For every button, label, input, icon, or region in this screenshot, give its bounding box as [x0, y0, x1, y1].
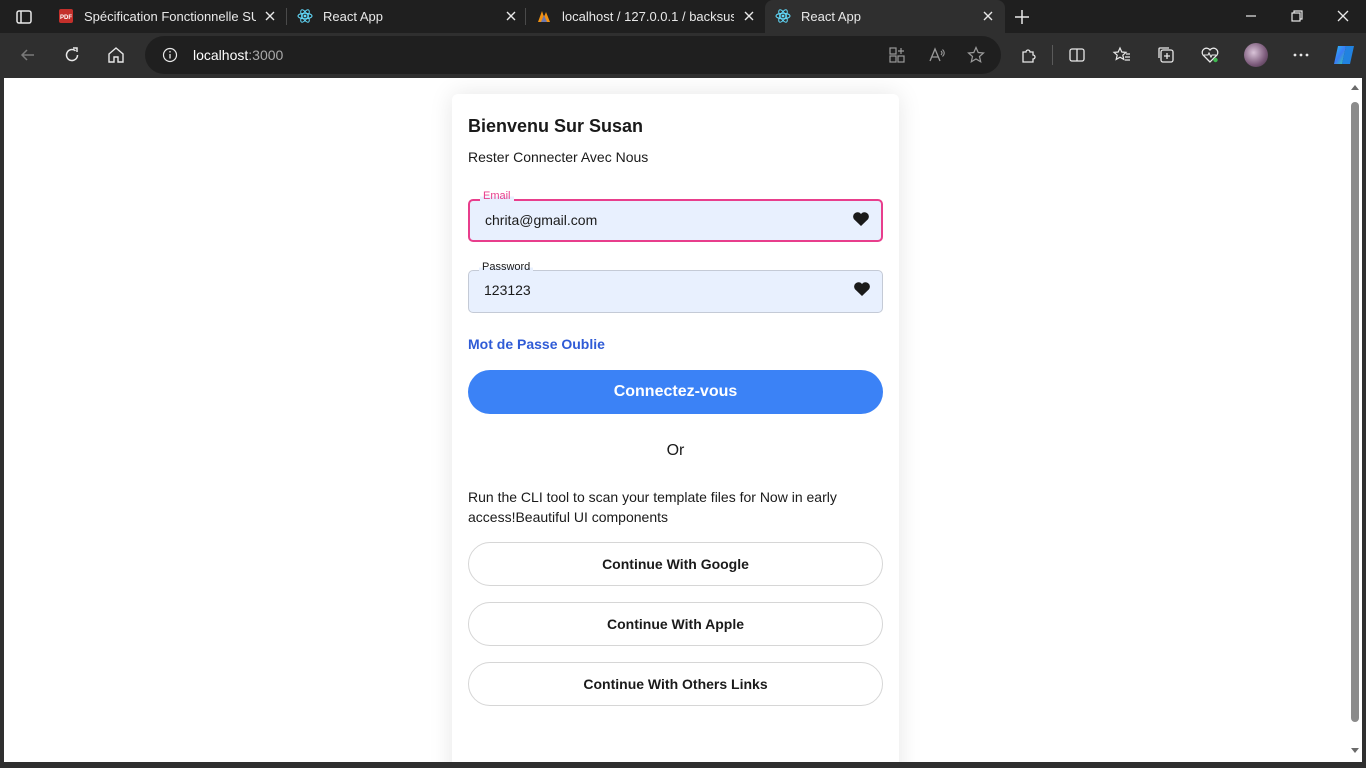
email-label: Email: [480, 190, 514, 202]
split-screen-icon[interactable]: [1067, 45, 1087, 65]
browser-toolbar: localhost:3000: [0, 33, 1366, 78]
password-field[interactable]: Password: [468, 261, 883, 313]
password-label: Password: [479, 261, 534, 273]
favorites-icon[interactable]: [1112, 45, 1132, 65]
scroll-down-icon[interactable]: [1350, 747, 1360, 755]
password-input[interactable]: [484, 282, 824, 298]
heart-icon: [853, 212, 869, 226]
email-field[interactable]: Email: [468, 190, 883, 242]
tab-specification[interactable]: PDF Spécification Fonctionnelle SUSAN: [48, 0, 286, 33]
url-host: localhost: [193, 47, 249, 63]
back-icon[interactable]: [18, 45, 38, 65]
login-submit-button[interactable]: Connectez-vous: [468, 370, 883, 414]
page-viewport: Bienvenu Sur Susan Rester Connecter Avec…: [4, 78, 1348, 762]
description-text: Run the CLI tool to scan your template f…: [468, 489, 837, 525]
tab-react-app-active[interactable]: React App: [765, 0, 1005, 33]
favorite-star-icon[interactable]: [966, 45, 986, 65]
page-title: Bienvenu Sur Susan: [468, 116, 644, 136]
pdf-icon: PDF: [59, 9, 73, 23]
refresh-icon[interactable]: [62, 45, 82, 65]
react-icon: [297, 9, 313, 23]
close-icon[interactable]: [262, 8, 278, 24]
app-available-icon[interactable]: [887, 45, 907, 65]
login-card: Bienvenu Sur Susan Rester Connecter Avec…: [452, 94, 899, 762]
window-close-icon[interactable]: [1335, 8, 1351, 24]
continue-google-button[interactable]: Continue With Google: [468, 542, 883, 586]
address-bar[interactable]: localhost:3000: [145, 36, 1001, 74]
email-input[interactable]: [485, 212, 825, 228]
tab-title: React App: [801, 9, 861, 24]
tab-title: Spécification Fonctionnelle SUSAN: [84, 9, 256, 24]
svg-text:PDF: PDF: [60, 15, 72, 21]
continue-others-button[interactable]: Continue With Others Links: [468, 662, 883, 706]
url-port: :3000: [248, 47, 284, 63]
tab-title: React App: [323, 9, 383, 24]
tab-react-app-1[interactable]: React App: [287, 0, 525, 33]
close-icon[interactable]: [741, 8, 757, 24]
site-info-icon[interactable]: [162, 47, 178, 63]
forgot-password-link[interactable]: Mot de Passe Oublie: [468, 336, 605, 352]
tab-title: localhost / 127.0.0.1 / backsusan: [562, 9, 734, 24]
close-icon[interactable]: [503, 8, 519, 24]
browser-essentials-icon[interactable]: [1200, 45, 1220, 65]
collections-icon[interactable]: [1156, 45, 1176, 65]
more-options-icon[interactable]: [1291, 45, 1311, 65]
page-subtitle: Rester Connecter Avec Nous: [468, 149, 649, 165]
or-divider-text: Or: [666, 442, 685, 459]
tab-strip: PDF Spécification Fonctionnelle SUSAN Re…: [0, 0, 1366, 33]
scroll-up-icon[interactable]: [1350, 83, 1360, 91]
home-icon[interactable]: [106, 45, 126, 65]
tab-phpmyadmin[interactable]: localhost / 127.0.0.1 / backsusan: [526, 0, 764, 33]
continue-apple-button[interactable]: Continue With Apple: [468, 602, 883, 646]
heart-icon: [854, 282, 870, 296]
new-tab-icon[interactable]: [1012, 7, 1032, 27]
address-url: localhost:3000: [193, 47, 283, 63]
profile-avatar[interactable]: [1244, 43, 1268, 67]
tab-actions-menu-icon[interactable]: [14, 7, 34, 27]
read-aloud-icon[interactable]: [927, 45, 947, 65]
toolbar-separator: [1052, 45, 1053, 65]
copilot-icon[interactable]: [1331, 42, 1357, 68]
extensions-icon[interactable]: [1019, 45, 1039, 65]
minimize-icon[interactable]: [1243, 8, 1259, 24]
react-icon: [775, 9, 791, 23]
scrollbar-thumb[interactable]: [1351, 102, 1359, 722]
window-edge-right: [1362, 78, 1366, 768]
restore-icon[interactable]: [1289, 8, 1305, 24]
page-scrollbar[interactable]: [1348, 78, 1362, 762]
close-icon[interactable]: [980, 8, 996, 24]
phpmyadmin-icon: [538, 11, 550, 22]
window-edge-bottom: [0, 762, 1366, 768]
